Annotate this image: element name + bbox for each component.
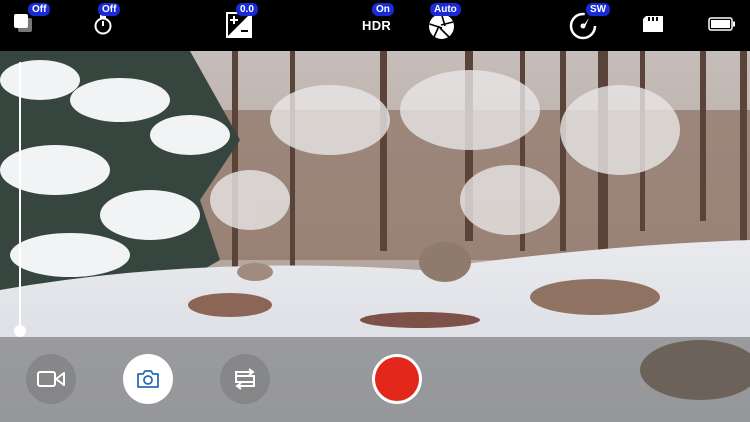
video-camera-icon: [37, 371, 65, 387]
shutter-speed-badge: SW: [586, 3, 611, 16]
top-toolbar: Off Off 0.0 HDR On Auto SW: [0, 0, 750, 51]
layers-badge: Off: [28, 3, 51, 16]
battery-icon: [708, 17, 735, 31]
stopwatch-icon: [94, 15, 112, 35]
aperture-control[interactable]: Auto: [428, 0, 478, 51]
camera-icon: [137, 370, 159, 388]
sd-card-icon: [643, 16, 663, 32]
battery-indicator: [706, 0, 742, 51]
hdr-label: HDR: [362, 18, 392, 33]
record-button[interactable]: [372, 354, 422, 404]
zoom-slider-track[interactable]: [19, 62, 21, 330]
switch-camera-button[interactable]: [220, 354, 270, 404]
record-icon: [375, 357, 419, 401]
aperture-icon: [429, 13, 454, 39]
layers-toggle[interactable]: Off: [10, 0, 51, 51]
timer-toggle[interactable]: Off: [92, 0, 132, 51]
flip-camera-icon: [235, 368, 255, 390]
photo-mode-button[interactable]: [123, 354, 173, 404]
hdr-badge: On: [372, 3, 394, 16]
shutter-speed-control[interactable]: SW: [568, 0, 618, 51]
zoom-slider-handle[interactable]: [14, 325, 26, 337]
storage-indicator[interactable]: [640, 0, 670, 51]
exposure-badge: 0.0: [236, 3, 258, 16]
timer-badge: Off: [98, 3, 121, 16]
video-mode-button[interactable]: [26, 354, 76, 404]
exposure-control[interactable]: 0.0: [224, 0, 274, 51]
aperture-badge: Auto: [430, 3, 461, 16]
hdr-toggle[interactable]: HDR On: [358, 0, 408, 51]
